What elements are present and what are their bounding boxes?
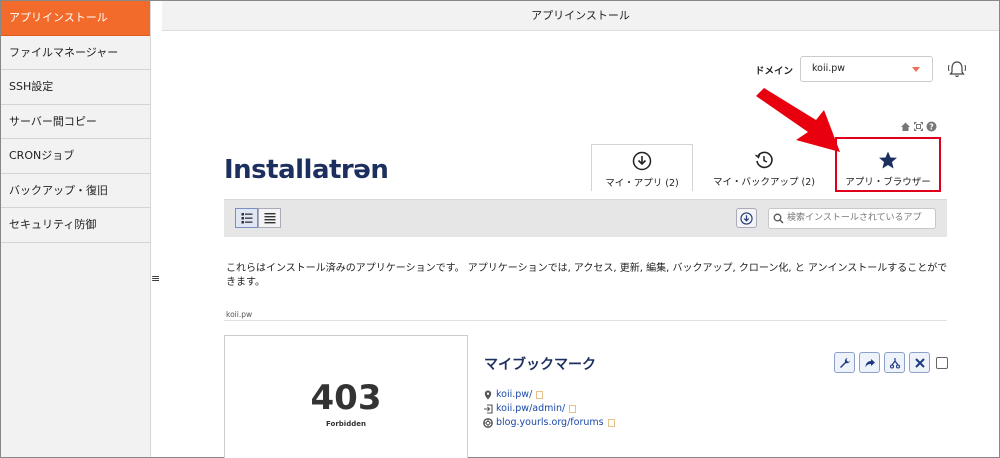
list-icon <box>264 213 275 224</box>
sidebar-item-cron-jobs[interactable]: CRONジョブ <box>1 139 150 174</box>
detail-list-icon <box>241 213 252 224</box>
login-icon <box>484 403 493 414</box>
tab-my-apps-label: マイ・アプリ (2) <box>605 178 679 189</box>
download-circle-icon <box>740 211 753 225</box>
domain-select[interactable]: koii.pw <box>800 56 933 82</box>
sidebar-item-file-manager[interactable]: ファイルマネージャー <box>1 36 150 70</box>
support-lifebuoy-icon <box>483 417 493 428</box>
description-text: これらはインストール済みのアプリケーションです。 アプリケーションでは, アクセ… <box>226 263 948 288</box>
thumbnail-status-code: 403 <box>310 378 382 418</box>
admin-link[interactable]: koii.pw/admin/ <box>496 403 565 414</box>
domain-heading: koii.pw <box>226 310 253 319</box>
help-icon[interactable]: ? <box>926 121 937 132</box>
wrench-icon <box>839 357 850 368</box>
link-row-support: blog.yourls.org/forums <box>483 417 615 428</box>
close-icon <box>914 357 925 368</box>
svg-text:?: ? <box>929 122 934 131</box>
link-row-admin: koii.pw/admin/ <box>483 403 577 414</box>
domain-label: ドメイン <box>755 66 794 77</box>
tab-my-backups-label: マイ・バックアップ (2) <box>713 177 815 188</box>
site-link[interactable]: koii.pw/ <box>496 389 532 400</box>
tab-app-browser-label: アプリ・ブラウザー <box>845 177 931 188</box>
sidebar-item-backup-restore[interactable]: バックアップ・復旧 <box>1 174 150 208</box>
page-title: アプリインストール <box>162 1 999 31</box>
app-title: マイブックマーク <box>484 357 596 373</box>
divider <box>224 320 947 321</box>
select-checkbox[interactable] <box>936 357 948 369</box>
domain-select-value: koii.pw <box>812 63 846 74</box>
delete-button[interactable] <box>909 352 930 373</box>
installatron-logo: Installatrən <box>224 155 389 185</box>
link-row-site: koii.pw/ <box>483 389 544 400</box>
search-placeholder: 検索インストールされているアプ <box>787 213 922 223</box>
tab-my-apps[interactable]: マイ・アプリ (2) <box>591 144 693 191</box>
sidebar-item-app-install[interactable]: アプリインストール <box>1 1 150 36</box>
search-icon <box>773 213 784 224</box>
edit-button[interactable] <box>834 352 855 373</box>
fork-icon <box>889 357 900 369</box>
sidebar-collapse-icon[interactable]: ≡ <box>151 272 160 285</box>
tab-app-browser[interactable]: アプリ・ブラウザー <box>835 137 941 192</box>
detail-list-view-button[interactable] <box>235 208 258 228</box>
external-link-icon[interactable] <box>536 390 544 399</box>
sidebar-item-ssh-settings[interactable]: SSH設定 <box>1 70 150 105</box>
view-controls: ? <box>900 121 937 133</box>
external-link-icon[interactable] <box>607 418 615 427</box>
history-clock-icon <box>755 151 773 169</box>
star-icon <box>879 151 897 169</box>
view-toggle <box>235 208 281 228</box>
caret-down-icon <box>912 67 920 72</box>
search-input[interactable]: 検索インストールされているアプ <box>768 208 936 229</box>
app-action-buttons <box>834 352 930 373</box>
sidebar-item-server-copy[interactable]: サーバー間コピー <box>1 105 150 139</box>
share-arrow-icon <box>865 358 875 367</box>
home-icon[interactable] <box>900 121 911 132</box>
tab-my-backups[interactable]: マイ・バックアップ (2) <box>703 144 825 191</box>
thumbnail-status-text: Forbidden <box>326 420 366 428</box>
alarm-bell-icon[interactable] <box>946 58 968 80</box>
expand-icon[interactable] <box>913 121 924 132</box>
sidebar-item-security[interactable]: セキュリティ防御 <box>1 208 150 243</box>
share-button[interactable] <box>859 352 880 373</box>
sidebar: アプリインストール ファイルマネージャー SSH設定 サーバー間コピー CRON… <box>1 1 151 457</box>
download-circle-icon <box>632 151 652 171</box>
external-link-icon[interactable] <box>569 404 577 413</box>
support-link[interactable]: blog.yourls.org/forums <box>496 417 604 428</box>
compact-list-view-button[interactable] <box>258 208 281 228</box>
install-download-button[interactable] <box>736 208 757 228</box>
app-thumbnail[interactable]: 403 Forbidden <box>224 335 468 458</box>
toolbar: 検索インストールされているアプ <box>224 199 947 237</box>
location-pin-icon <box>484 390 492 399</box>
clone-button[interactable] <box>884 352 905 373</box>
